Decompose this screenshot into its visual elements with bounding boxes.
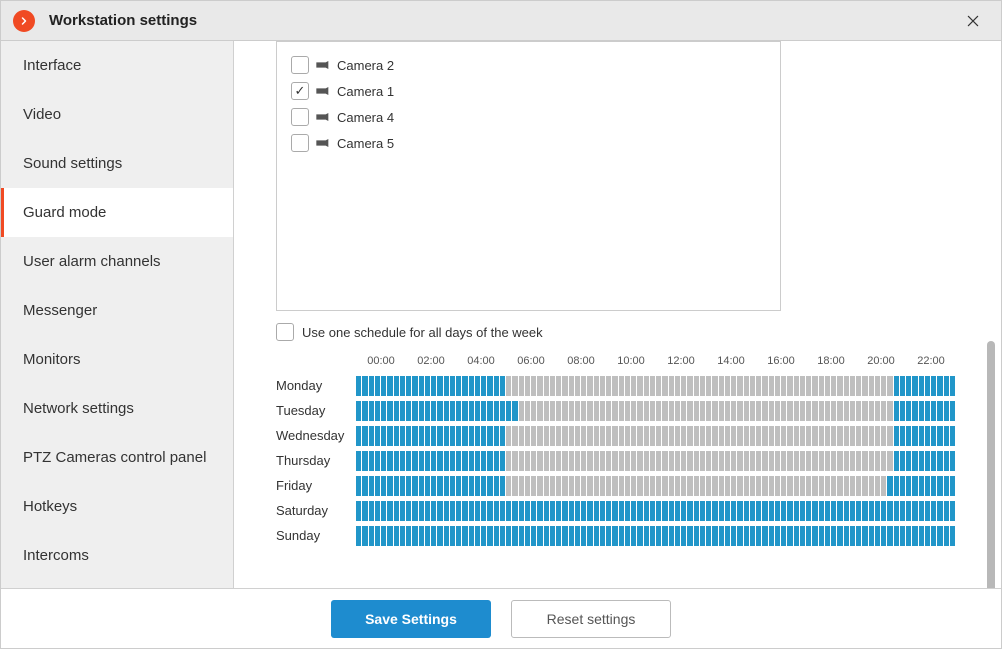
- schedule-cell[interactable]: [950, 501, 956, 521]
- day-label: Thursday: [276, 453, 356, 468]
- time-tick: 12:00: [656, 355, 706, 373]
- time-tick: 20:00: [856, 355, 906, 373]
- camera-row: Camera 1: [291, 78, 766, 104]
- sidebar-item-intercoms[interactable]: Intercoms: [1, 531, 233, 580]
- sidebar-item-export[interactable]: Export: [1, 580, 233, 588]
- day-label: Wednesday: [276, 428, 356, 443]
- schedule-day-row: Thursday: [276, 448, 966, 473]
- camera-list-box: Camera 2 Camera 1 Camera 4 Camera 5: [276, 41, 781, 311]
- time-tick: 16:00: [756, 355, 806, 373]
- camera-label: Camera 4: [337, 110, 394, 125]
- camera-label: Camera 1: [337, 84, 394, 99]
- day-cells: [356, 501, 966, 521]
- sidebar-item-monitors[interactable]: Monitors: [1, 335, 233, 384]
- day-label: Tuesday: [276, 403, 356, 418]
- day-cells: [356, 376, 966, 396]
- time-tick: 04:00: [456, 355, 506, 373]
- schedule-cell[interactable]: [950, 451, 956, 471]
- time-tick: 06:00: [506, 355, 556, 373]
- day-cells: [356, 451, 966, 471]
- sidebar-item-user-alarm-channels[interactable]: User alarm channels: [1, 237, 233, 286]
- camera-checkbox[interactable]: [291, 134, 309, 152]
- camera-label: Camera 2: [337, 58, 394, 73]
- schedule-day-row: Monday: [276, 373, 966, 398]
- camera-checkbox[interactable]: [291, 108, 309, 126]
- sidebar-item-interface[interactable]: Interface: [1, 41, 233, 90]
- camera-icon: [315, 137, 331, 149]
- time-tick: 00:00: [356, 355, 406, 373]
- time-tick: 18:00: [806, 355, 856, 373]
- schedule-day-row: Wednesday: [276, 423, 966, 448]
- use-one-schedule-row: Use one schedule for all days of the wee…: [276, 323, 961, 341]
- schedule-cell[interactable]: [950, 526, 956, 546]
- app-logo-icon: [13, 10, 35, 32]
- schedule-grid: 00:0002:0004:0006:0008:0010:0012:0014:00…: [276, 355, 966, 548]
- day-cells: [356, 401, 966, 421]
- sidebar-item-ptz-cameras-control-panel[interactable]: PTZ Cameras control panel: [1, 433, 233, 482]
- close-icon: [966, 14, 980, 28]
- sidebar-item-messenger[interactable]: Messenger: [1, 286, 233, 335]
- camera-row: Camera 4: [291, 104, 766, 130]
- sidebar: InterfaceVideoSound settingsGuard modeUs…: [1, 41, 234, 588]
- camera-icon: [315, 59, 331, 71]
- sidebar-item-hotkeys[interactable]: Hotkeys: [1, 482, 233, 531]
- sidebar-item-guard-mode[interactable]: Guard mode: [1, 188, 233, 237]
- close-button[interactable]: [953, 1, 993, 41]
- camera-row: Camera 5: [291, 130, 766, 156]
- day-label: Friday: [276, 478, 356, 493]
- schedule-cell[interactable]: [950, 376, 956, 396]
- window-title: Workstation settings: [49, 12, 197, 29]
- time-tick: 10:00: [606, 355, 656, 373]
- camera-label: Camera 5: [337, 136, 394, 151]
- use-one-schedule-label: Use one schedule for all days of the wee…: [302, 325, 543, 340]
- content-scrollbar[interactable]: [987, 341, 995, 588]
- schedule-day-row: Tuesday: [276, 398, 966, 423]
- time-tick: 02:00: [406, 355, 456, 373]
- footer-bar: Save Settings Reset settings: [1, 588, 1001, 648]
- schedule-day-row: Saturday: [276, 498, 966, 523]
- save-settings-button[interactable]: Save Settings: [331, 600, 491, 638]
- schedule-cell[interactable]: [950, 426, 956, 446]
- time-tick: 08:00: [556, 355, 606, 373]
- camera-icon: [315, 85, 331, 97]
- sidebar-item-network-settings[interactable]: Network settings: [1, 384, 233, 433]
- day-cells: [356, 426, 966, 446]
- sidebar-item-sound-settings[interactable]: Sound settings: [1, 139, 233, 188]
- day-cells: [356, 476, 966, 496]
- day-label: Saturday: [276, 503, 356, 518]
- sidebar-item-video[interactable]: Video: [1, 90, 233, 139]
- time-tick: 22:00: [906, 355, 956, 373]
- schedule-day-row: Friday: [276, 473, 966, 498]
- day-cells: [356, 526, 966, 546]
- time-tick: 14:00: [706, 355, 756, 373]
- camera-row: Camera 2: [291, 52, 766, 78]
- content-area: Camera 2 Camera 1 Camera 4 Camera 5 Use one…: [234, 41, 1001, 588]
- camera-icon: [315, 111, 331, 123]
- camera-checkbox[interactable]: [291, 82, 309, 100]
- schedule-cell[interactable]: [950, 401, 956, 421]
- reset-settings-button[interactable]: Reset settings: [511, 600, 671, 638]
- camera-checkbox[interactable]: [291, 56, 309, 74]
- schedule-day-row: Sunday: [276, 523, 966, 548]
- schedule-cell[interactable]: [950, 476, 956, 496]
- day-label: Sunday: [276, 528, 356, 543]
- use-one-schedule-checkbox[interactable]: [276, 323, 294, 341]
- day-label: Monday: [276, 378, 356, 393]
- titlebar: Workstation settings: [1, 1, 1001, 41]
- time-axis: 00:0002:0004:0006:0008:0010:0012:0014:00…: [356, 355, 966, 373]
